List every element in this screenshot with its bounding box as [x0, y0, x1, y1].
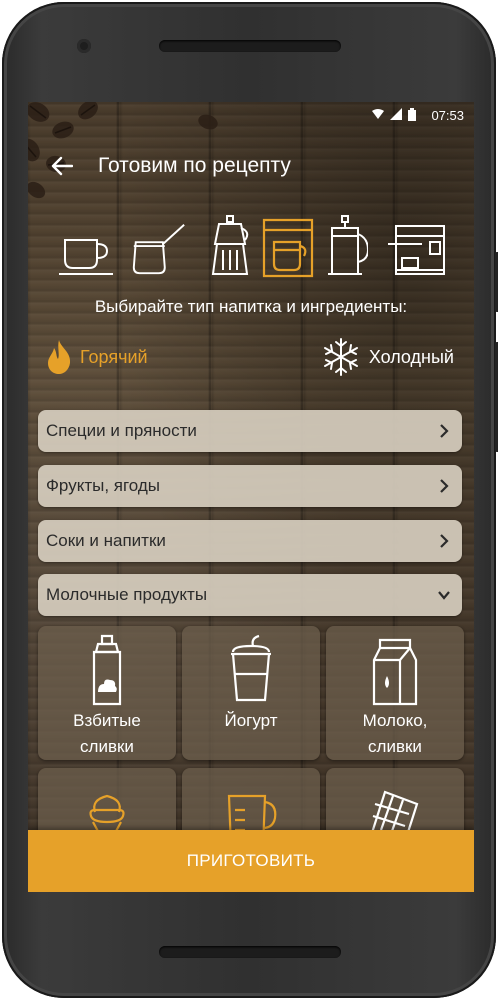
- status-bar: 07:53: [28, 102, 474, 130]
- app-screen: 07:53 Готовим по рецепту Выбирайте тип н…: [28, 102, 474, 892]
- cold-toggle[interactable]: Холодный: [321, 337, 454, 377]
- dairy-item-label: Йогурт: [224, 711, 278, 730]
- chevron-right-icon: [440, 424, 449, 438]
- snowflake-icon: [323, 338, 358, 376]
- brew-method-french-press[interactable]: [316, 212, 376, 278]
- chevron-down-icon: [438, 591, 450, 600]
- signal-icon: [390, 108, 402, 120]
- phone-frame: 07:53 Готовим по рецепту Выбирайте тип н…: [2, 2, 498, 998]
- category-label: Специи и пряности: [46, 421, 197, 440]
- category-dairy[interactable]: Молочные продукты: [38, 574, 462, 616]
- instruction-text: Выбирайте тип напитка и ингредиенты:: [94, 297, 408, 316]
- brew-method-selector: [28, 212, 474, 282]
- app-bar: Готовим по рецепту: [28, 140, 474, 192]
- cook-button[interactable]: ПРИГОТОВИТЬ: [28, 830, 474, 892]
- chevron-right-icon: [440, 479, 449, 493]
- cold-label: Холодный: [368, 346, 454, 367]
- dairy-item-label: Молоко,: [362, 711, 428, 730]
- espresso-machine-icon: [388, 225, 445, 275]
- drip-coffee-maker-icon: [262, 218, 314, 278]
- whipped-cream-can-icon: [92, 634, 122, 706]
- wifi-icon: [372, 109, 384, 119]
- brew-method-cup[interactable]: [56, 212, 116, 278]
- brew-method-drip[interactable]: [258, 212, 318, 278]
- dairy-item-label: Взбитые: [73, 711, 141, 730]
- category-spices[interactable]: Специи и пряности: [38, 410, 462, 452]
- brew-method-espresso[interactable]: [378, 212, 458, 278]
- cup-icon: [59, 239, 113, 275]
- category-label: Соки и напитки: [46, 531, 166, 550]
- moka-pot-icon: [211, 215, 249, 275]
- dairy-item-whipped-cream[interactable]: Взбитые сливки: [38, 626, 176, 760]
- status-time: 07:53: [431, 108, 464, 123]
- brew-method-moka[interactable]: [200, 212, 260, 278]
- page-title: Готовим по рецепту: [98, 154, 291, 177]
- arrow-back-icon: [51, 156, 73, 176]
- yogurt-cup-icon: [231, 634, 271, 702]
- turkish-cezve-icon: [132, 224, 185, 275]
- french-press-icon: [328, 215, 368, 275]
- flame-icon: [48, 340, 71, 374]
- bottom-speaker: [159, 946, 341, 958]
- back-button[interactable]: [48, 152, 76, 180]
- hot-label: Горячий: [80, 346, 148, 367]
- milk-carton-icon: [372, 638, 418, 706]
- brew-method-cezve[interactable]: [128, 212, 188, 278]
- chevron-right-icon: [440, 534, 449, 548]
- top-speaker: [159, 40, 341, 52]
- category-juices[interactable]: Соки и напитки: [38, 520, 462, 562]
- dairy-item-label: сливки: [368, 737, 422, 756]
- dairy-item-milk[interactable]: Молоко, сливки: [326, 626, 464, 760]
- category-label: Молочные продукты: [46, 585, 208, 604]
- hot-toggle[interactable]: Горячий: [46, 337, 148, 377]
- dairy-item-label: сливки: [80, 737, 134, 756]
- battery-icon: [408, 108, 416, 121]
- category-fruits[interactable]: Фрукты, ягоды: [38, 465, 462, 507]
- dairy-item-yogurt[interactable]: Йогурт: [182, 626, 320, 760]
- category-label: Фрукты, ягоды: [46, 476, 161, 495]
- front-camera: [77, 39, 91, 53]
